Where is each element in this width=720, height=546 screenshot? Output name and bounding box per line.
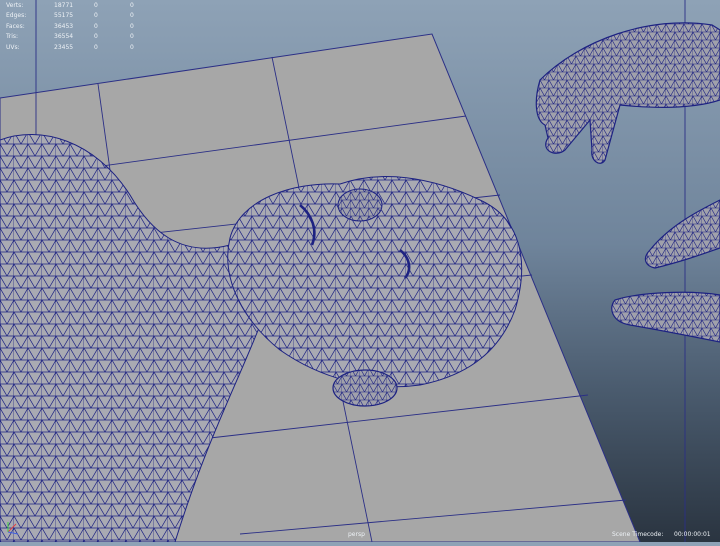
hud-label: Edges: [6,12,27,20]
ear-mesh[interactable] [332,369,398,407]
hand-mesh-bottom[interactable] [611,291,720,343]
hud-uv: 0 [130,2,134,9]
maya-viewport[interactable]: Verts: 18771 0 0 Edges: 55175 0 0 Faces:… [0,0,720,543]
hud-uv: 0 [130,12,134,20]
hud-row-edges: Edges: 55175 0 0 [6,11,150,21]
hud-value: 36554 [54,33,74,41]
hud-selected: 0 [94,2,98,9]
hand-mesh-top[interactable] [535,22,720,164]
hud-value: 55175 [54,12,74,20]
hud-row-uvs: UVs: 23455 0 0 [6,43,150,53]
hud-row-tris: Tris: 36554 0 0 [6,32,150,42]
hud-uv: 0 [130,33,134,41]
hud-uv: 0 [130,43,134,51]
nose-mesh [337,188,383,222]
hud-row-verts: Verts: 18771 0 0 [6,1,150,11]
hud-row-faces: Faces: 36453 0 0 [6,22,150,32]
scene-timecode-label: Scene Timecode: [612,531,664,538]
camera-name-label: persp [348,531,365,538]
hud-label: Verts: [6,2,24,9]
hud-value: 23455 [54,43,74,51]
hud-selected: 0 [94,22,98,30]
hud-label: UVs: [6,43,20,51]
hud-selected: 0 [94,43,98,51]
poly-count-hud: Verts: 18771 0 0 Edges: 55175 0 0 Faces:… [6,1,150,53]
hud-uv: 0 [130,22,134,30]
hud-label: Faces: [6,22,25,30]
hud-value: 18771 [54,2,74,9]
hud-selected: 0 [94,33,98,41]
hud-label: Tris: [6,33,19,41]
hud-selected: 0 [94,12,98,20]
hand-mesh-middle[interactable] [644,199,720,269]
hud-value: 36453 [54,22,74,30]
scene-timecode-value: 00:00:00:01 [674,531,711,538]
